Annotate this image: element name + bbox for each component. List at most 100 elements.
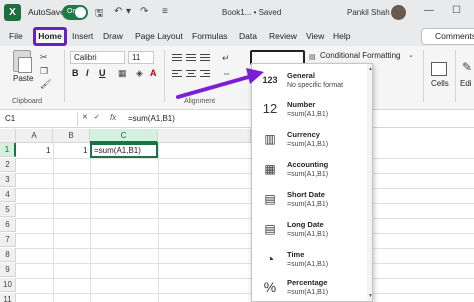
- conditional-formatting-button[interactable]: Conditional Formatting: [320, 51, 400, 60]
- row-header-8[interactable]: 8: [0, 248, 16, 262]
- row-header-3[interactable]: 3: [0, 173, 16, 187]
- cell-a1[interactable]: 1: [46, 146, 50, 155]
- align-center-icon[interactable]: [186, 70, 196, 78]
- column-header-c[interactable]: C: [90, 129, 158, 143]
- align-top-icon[interactable]: [172, 54, 182, 62]
- align-bottom-icon[interactable]: [200, 54, 210, 62]
- tab-file[interactable]: File: [9, 31, 23, 41]
- format-option-title: Number: [287, 100, 316, 109]
- tab-view[interactable]: View: [306, 31, 324, 41]
- editing-label[interactable]: Edi: [460, 79, 472, 88]
- row-header-9[interactable]: 9: [0, 263, 16, 277]
- wrap-text-icon[interactable]: ↵: [222, 53, 230, 64]
- gridline: [16, 233, 474, 234]
- cell-c1[interactable]: =sum(A1,B1): [90, 143, 158, 158]
- column-header-b[interactable]: B: [53, 129, 90, 143]
- align-left-icon[interactable]: [172, 70, 182, 78]
- format-option-preview: =sum(A1,B1): [287, 171, 329, 178]
- customize-toolbar-icon[interactable]: ≡: [162, 6, 168, 17]
- bold-button[interactable]: B: [72, 68, 79, 78]
- column-header-a[interactable]: A: [16, 129, 53, 143]
- gridline: [16, 218, 474, 219]
- font-name-select[interactable]: Calibri: [70, 51, 125, 64]
- cell-b1[interactable]: 1: [83, 146, 87, 155]
- format-option-long-date[interactable]: ▤ Long Date =sum(A1,B1): [252, 216, 367, 245]
- paste-icon[interactable]: [13, 50, 32, 73]
- row-header-4[interactable]: 4: [0, 188, 16, 202]
- dropdown-scrollbar[interactable]: [367, 64, 372, 301]
- clipboard-group-label: Clipboard: [12, 98, 42, 105]
- select-all-corner[interactable]: [0, 129, 16, 143]
- cells-icon[interactable]: [431, 62, 447, 76]
- align-right-icon[interactable]: [200, 70, 210, 78]
- number-format-dropdown[interactable]: 123 General No specific format 12 Number…: [251, 63, 373, 302]
- excel-logo-icon: X: [4, 4, 21, 21]
- row-header-11[interactable]: 11: [0, 293, 16, 302]
- tab-home[interactable]: Home: [33, 27, 67, 46]
- maximize-icon[interactable]: ☐: [452, 5, 461, 16]
- dropdown-caret-icon[interactable]: ▾: [126, 6, 131, 17]
- align-middle-icon[interactable]: [186, 54, 196, 62]
- font-color-icon[interactable]: A: [150, 68, 157, 78]
- tab-data[interactable]: Data: [239, 31, 257, 41]
- italic-button[interactable]: I: [86, 68, 89, 78]
- avatar[interactable]: [391, 5, 406, 20]
- scroll-down-icon[interactable]: ▼: [368, 293, 372, 299]
- alignment-group-label: Alignment: [184, 98, 216, 105]
- cancel-icon[interactable]: ✕: [82, 113, 88, 121]
- merge-center-icon[interactable]: ⇔: [222, 68, 231, 78]
- format-option-short-date[interactable]: ▤ Short Date =sum(A1,B1): [252, 186, 367, 215]
- format-option-accounting[interactable]: ▦ Accounting =sum(A1,B1): [252, 156, 367, 185]
- conditional-formatting-icon[interactable]: ▤: [309, 53, 316, 61]
- redo-icon[interactable]: ↷: [140, 6, 148, 17]
- tab-formulas[interactable]: Formulas: [192, 31, 227, 41]
- format-option-percentage[interactable]: % Percentage =sum(A1,B1): [252, 274, 367, 301]
- row-header-1[interactable]: 1: [0, 143, 16, 157]
- format-option-title: Time: [287, 250, 305, 259]
- minimize-icon[interactable]: —: [424, 5, 434, 16]
- undo-icon[interactable]: ↶: [114, 6, 122, 17]
- scroll-up-icon[interactable]: ▲: [368, 66, 372, 72]
- comments-button[interactable]: Comments: [421, 28, 474, 45]
- borders-icon[interactable]: ▦: [118, 68, 127, 79]
- copy-icon[interactable]: ❐: [40, 66, 48, 77]
- paste-label[interactable]: Paste: [13, 74, 33, 83]
- row-header-5[interactable]: 5: [0, 203, 16, 217]
- tab-insert[interactable]: Insert: [72, 31, 93, 41]
- gridline: [16, 248, 474, 249]
- tab-help[interactable]: Help: [333, 31, 350, 41]
- tab-draw[interactable]: Draw: [103, 31, 123, 41]
- chevron-down-icon[interactable]: ⌄: [408, 51, 414, 59]
- row-header-6[interactable]: 6: [0, 218, 16, 232]
- user-name[interactable]: Pankil Shah: [347, 8, 390, 17]
- format-option-general[interactable]: 123 General No specific format: [252, 67, 367, 96]
- document-title[interactable]: Book1... • Saved: [222, 8, 281, 17]
- tab-review[interactable]: Review: [269, 31, 297, 41]
- formula-bar: C1 ✕ ✓ fx =sum(A1,B1): [0, 111, 474, 128]
- row-header-2[interactable]: 2: [0, 158, 16, 172]
- row-header-10[interactable]: 10: [0, 278, 16, 292]
- insert-function-icon[interactable]: fx: [110, 113, 116, 122]
- underline-button[interactable]: U: [99, 68, 106, 78]
- format-painter-icon[interactable]: 🖌: [40, 79, 51, 90]
- format-option-preview: =sum(A1,B1): [287, 111, 329, 118]
- enter-icon[interactable]: ✓: [94, 113, 100, 121]
- divider: [64, 50, 65, 102]
- format-option-number[interactable]: 12 Number =sum(A1,B1): [252, 96, 367, 125]
- spreadsheet-grid[interactable]: A B C 1 2 3 4 5 6 7 8 9 10 11 1 1 =sum(A…: [0, 129, 474, 302]
- save-icon[interactable]: 🖫: [95, 6, 104, 23]
- format-option-currency[interactable]: ▥ Currency =sum(A1,B1): [252, 126, 367, 155]
- autosave-toggle[interactable]: On: [62, 5, 88, 20]
- font-size-select[interactable]: 11: [128, 51, 154, 64]
- column-header-d[interactable]: [158, 129, 251, 143]
- row-header-7[interactable]: 7: [0, 233, 16, 247]
- formula-input[interactable]: =sum(A1,B1): [128, 114, 175, 123]
- cells-label[interactable]: Cells: [431, 79, 449, 88]
- cut-icon[interactable]: ✂: [40, 52, 48, 63]
- editing-icon[interactable]: ✎: [462, 60, 472, 74]
- tab-page-layout[interactable]: Page Layout: [135, 31, 183, 41]
- fill-color-icon[interactable]: ◈: [136, 68, 143, 79]
- gridline: [16, 158, 474, 159]
- name-box[interactable]: C1: [2, 112, 78, 126]
- format-option-time[interactable]: ◔ Time =sum(A1,B1): [252, 246, 367, 275]
